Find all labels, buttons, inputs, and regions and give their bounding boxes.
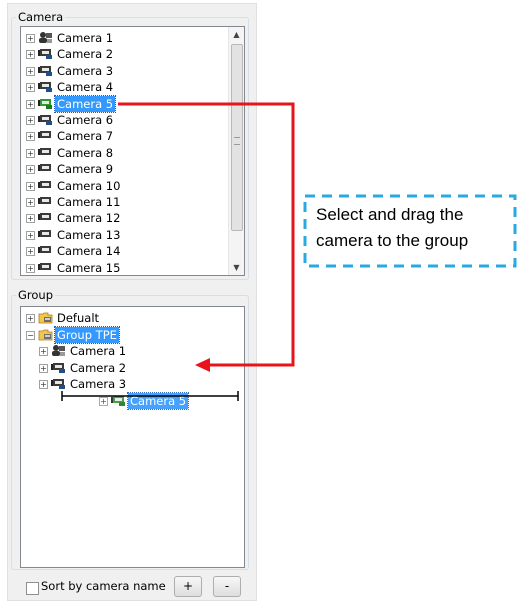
drag-arrow-line <box>118 102 295 367</box>
instruction-line-2: camera to the group <box>316 231 469 250</box>
annotation-overlay <box>61 102 517 401</box>
drag-arrow-head-icon <box>195 358 210 372</box>
instruction-callout: Select and drag the camera to the group <box>303 196 515 266</box>
instruction-line-1: Select and drag the <box>316 205 464 224</box>
